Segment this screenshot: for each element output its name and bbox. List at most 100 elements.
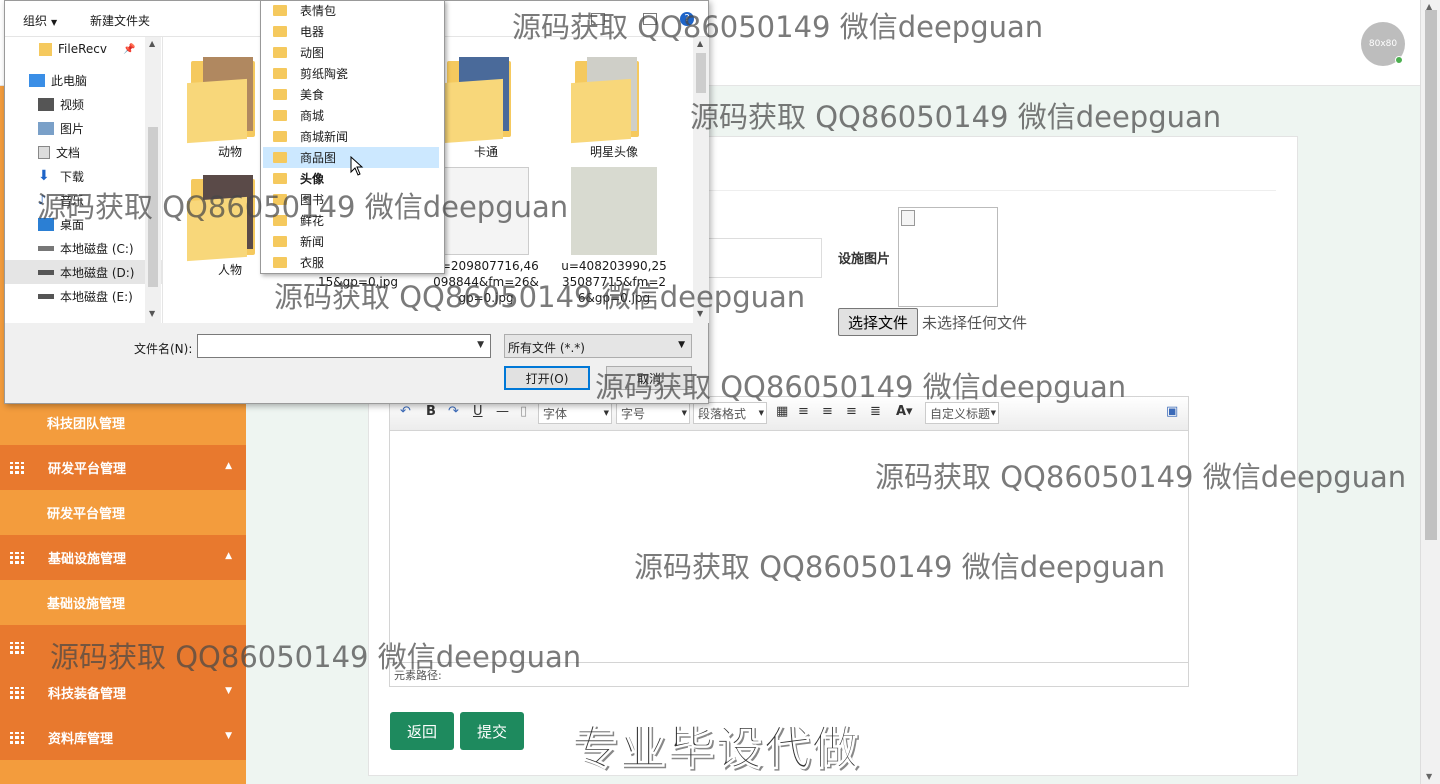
- dropdown-item[interactable]: 商城: [263, 105, 442, 126]
- file-tile[interactable]: 卡通: [431, 53, 541, 160]
- nav-item-drive-d[interactable]: 本地磁盘 (D:): [5, 260, 162, 284]
- custom-title-select[interactable]: 自定义标题 ▼: [925, 402, 999, 424]
- dropdown-item[interactable]: 衣服: [263, 252, 442, 273]
- drive-icon: [38, 269, 54, 275]
- sidebar-group-rd-platform[interactable]: 研发平台管理 ▲: [0, 445, 246, 490]
- page-scrollbar[interactable]: ▲ ▼: [1420, 0, 1440, 784]
- filename-input[interactable]: ▼: [197, 334, 491, 358]
- rich-text-editor[interactable]: ↶ B ↷ U — ▯ 字体 ▼ 字号 ▼ 段落格式 ▼ ▦ ≡ ≡ ≡ ≣ A▾ 自…: [389, 396, 1189, 687]
- dropdown-item-label: 商品图: [300, 151, 337, 165]
- scroll-down-icon[interactable]: ▼: [697, 309, 703, 318]
- help-icon[interactable]: ?: [680, 12, 694, 26]
- dropdown-item[interactable]: 剪纸陶瓷: [263, 63, 442, 84]
- horizontal-rule-icon[interactable]: —: [496, 404, 509, 419]
- dropdown-item[interactable]: 图书: [263, 189, 442, 210]
- sidebar-group-infrastructure[interactable]: 基础设施管理 ▲: [0, 535, 246, 580]
- view-options-icon[interactable]: [591, 13, 605, 25]
- redo-icon[interactable]: ↷: [448, 404, 459, 419]
- sidebar-item-infrastructure[interactable]: 基础设施管理: [0, 580, 246, 625]
- nav-item-filerecv[interactable]: FileRecv 📌: [5, 37, 162, 61]
- sidebar-group-equipment[interactable]: 科技装备管理 ▼: [0, 670, 246, 715]
- nav-item-videos[interactable]: 视频: [5, 92, 162, 116]
- dropdown-item[interactable]: 表情包: [263, 0, 442, 21]
- file-name: 卡通: [473, 145, 498, 159]
- nav-label: 下载: [60, 169, 85, 184]
- underline-icon[interactable]: U: [473, 404, 483, 419]
- drive-icon: [38, 245, 54, 251]
- scrollbar-thumb[interactable]: [148, 127, 158, 287]
- font-size-select[interactable]: 字号 ▼: [616, 402, 690, 424]
- nav-scrollbar[interactable]: ▲ ▼: [145, 37, 161, 323]
- chevron-down-icon: ▼: [225, 731, 232, 741]
- undo-icon[interactable]: ↶: [400, 404, 411, 419]
- file-name: u=408203990,2535087715&fm=26&gp=0.jpg: [561, 259, 667, 305]
- dropdown-item[interactable]: 鲜花: [263, 210, 442, 231]
- scroll-down-icon[interactable]: ▼: [1426, 772, 1432, 781]
- dropdown-item-label: 剪纸陶瓷: [300, 67, 349, 81]
- nav-item-drive-c[interactable]: 本地磁盘 (C:): [5, 236, 162, 260]
- grid-icon: [10, 551, 24, 564]
- align-justify-icon[interactable]: ≣: [870, 404, 881, 419]
- caret-down-icon: ▼: [51, 18, 58, 27]
- nav-item-music[interactable]: ♪ 音乐: [5, 188, 162, 212]
- video-icon: [38, 97, 54, 111]
- back-button[interactable]: 返回: [390, 712, 454, 750]
- nav-item-this-pc[interactable]: 此电脑: [5, 68, 162, 92]
- dropdown-item[interactable]: 电器: [263, 21, 442, 42]
- sidebar-group-label: 研发平台管理: [48, 462, 127, 477]
- sidebar-item-tech-team[interactable]: 科技团队管理: [0, 400, 246, 445]
- dropdown-item[interactable]: 新闻: [263, 231, 442, 252]
- cancel-button[interactable]: 取消: [606, 366, 692, 390]
- table-icon[interactable]: ▦: [776, 404, 788, 419]
- caret-down-icon: ▼: [678, 340, 685, 350]
- file-tile[interactable]: u=408203990,2535087715&fm=26&gp=0.jpg: [559, 167, 669, 306]
- editor-body[interactable]: [390, 432, 1188, 661]
- choose-file-button[interactable]: 选择文件: [838, 308, 918, 336]
- align-center-icon[interactable]: ≡: [846, 404, 857, 419]
- folder-icon: [273, 89, 287, 100]
- download-icon: ⬇: [38, 167, 50, 184]
- file-list-scrollbar[interactable]: ▲ ▼: [693, 37, 709, 323]
- nav-label: 本地磁盘 (C:): [60, 241, 134, 256]
- nav-label: 图片: [60, 121, 85, 136]
- file-tile[interactable]: u=209807716,46098844&fm=26&gp=0.jpg: [431, 167, 541, 306]
- caret-down-icon[interactable]: ▼: [477, 340, 484, 350]
- align-left-icon[interactable]: ≡: [798, 404, 809, 419]
- dropdown-item[interactable]: 美食: [263, 84, 442, 105]
- text-field[interactable]: [702, 238, 822, 278]
- nav-item-drive-e[interactable]: 本地磁盘 (E:): [5, 284, 162, 308]
- file-tile[interactable]: 明星头像: [559, 53, 669, 160]
- fullscreen-icon[interactable]: ▣: [1166, 404, 1178, 419]
- bold-icon[interactable]: B: [426, 404, 436, 419]
- dropdown-item-label: 表情包: [300, 4, 337, 18]
- nav-label: 此电脑: [51, 73, 88, 88]
- scroll-up-icon[interactable]: ▲: [149, 39, 155, 48]
- nav-item-desktop[interactable]: 桌面: [5, 212, 162, 236]
- paragraph-format-select[interactable]: 段落格式 ▼: [693, 402, 767, 424]
- sidebar-group-library[interactable]: 资料库管理 ▼: [0, 715, 246, 760]
- filetype-value: 所有文件 (*.*): [508, 341, 585, 355]
- scrollbar-thumb[interactable]: [1425, 10, 1437, 540]
- font-family-select[interactable]: 字体 ▼: [538, 402, 612, 424]
- organize-button[interactable]: 组织 ▼: [23, 12, 57, 29]
- nav-item-pictures[interactable]: 图片: [5, 116, 162, 140]
- new-folder-button[interactable]: 新建文件夹: [90, 12, 150, 29]
- filetype-select[interactable]: 所有文件 (*.*) ▼: [504, 334, 692, 358]
- submit-button[interactable]: 提交: [460, 712, 524, 750]
- preview-pane-icon[interactable]: [643, 13, 657, 25]
- sidebar-group-hidden[interactable]: [0, 625, 246, 670]
- open-button[interactable]: 打开(O): [504, 366, 590, 390]
- nav-item-documents[interactable]: 文档: [5, 140, 162, 164]
- font-color-icon[interactable]: A▾: [896, 404, 913, 419]
- scroll-up-icon[interactable]: ▲: [697, 39, 703, 48]
- sidebar-item-rd-platform[interactable]: 研发平台管理: [0, 490, 246, 535]
- dropdown-item[interactable]: 动图: [263, 42, 442, 63]
- scroll-down-icon[interactable]: ▼: [149, 309, 155, 318]
- nav-item-downloads[interactable]: ⬇ 下载: [5, 164, 162, 188]
- align-right-icon[interactable]: ≡: [822, 404, 833, 419]
- scrollbar-thumb[interactable]: [696, 53, 706, 93]
- blank-page-icon[interactable]: ▯: [520, 404, 527, 419]
- font-size-placeholder: 字号: [621, 407, 646, 421]
- dropdown-item[interactable]: 商城新闻: [263, 126, 442, 147]
- sidebar-item-label: 基础设施管理: [47, 597, 126, 612]
